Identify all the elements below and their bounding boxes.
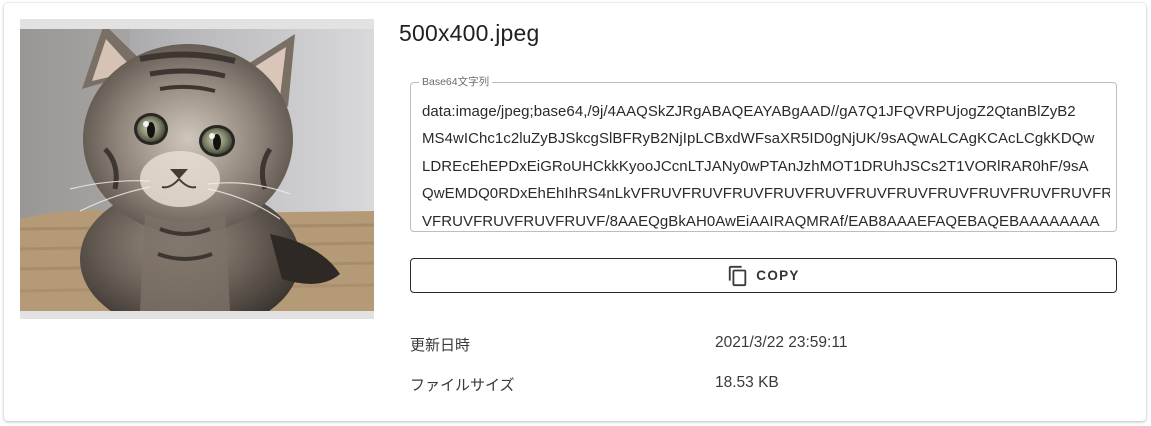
base64-field[interactable]: Base64文字列 data:image/jpeg;base64,/9j/4AA… — [410, 76, 1117, 232]
copy-button-label: COPY — [756, 268, 800, 283]
copy-icon — [729, 265, 747, 286]
file-size-value: 18.53 KB — [715, 374, 779, 391]
file-size-label: ファイルサイズ — [410, 376, 515, 394]
base64-textarea[interactable]: data:image/jpeg;base64,/9j/4AAQSkZJRgABA… — [422, 98, 1110, 240]
thumbnail-frame — [20, 19, 374, 319]
base64-field-label: Base64文字列 — [422, 76, 490, 88]
updated-at-label: 更新日時 — [410, 336, 471, 354]
file-card: 500x400.jpeg Base64文字列 data:image/jpeg;b… — [4, 3, 1146, 421]
copy-button[interactable]: COPY — [410, 258, 1117, 293]
file-name-title: 500x400.jpeg — [399, 20, 540, 46]
kitten-thumbnail — [20, 29, 374, 311]
updated-at-value: 2021/3/22 23:59:11 — [715, 334, 848, 351]
